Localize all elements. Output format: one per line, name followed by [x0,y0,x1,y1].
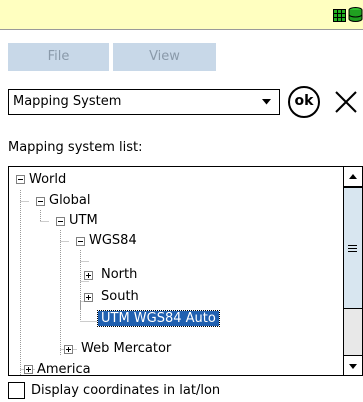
ok-label: ok [294,93,314,109]
list-label: Mapping system list: [8,140,143,155]
menu-view[interactable]: View [113,43,216,71]
database-icon [348,7,363,22]
tree-item-america[interactable]: America [37,360,91,375]
menu-file-label: File [47,49,70,64]
select-value: Mapping System [13,94,122,109]
ok-button[interactable]: ok [288,86,320,118]
tree-item-global[interactable]: Global [49,191,90,211]
tree-expand-toggle[interactable] [84,271,93,280]
tree-collapse-toggle[interactable] [16,175,25,184]
mapping-system-tree[interactable]: World Global UTM WGS84 North South UTM W… [8,166,363,376]
tree-item-wgs84[interactable]: WGS84 [89,231,137,251]
tree-expand-toggle[interactable] [64,345,73,354]
selected-item-label: UTM WGS84 Auto [97,310,220,327]
tree-expand-toggle[interactable] [84,293,93,302]
thumb-grip [348,248,357,249]
latlon-checkbox[interactable] [8,382,25,399]
scroll-up-icon [349,174,357,179]
vertical-scrollbar[interactable] [343,167,362,375]
tree-collapse-toggle[interactable] [56,217,65,226]
tree-expand-toggle[interactable] [24,365,33,374]
latlon-checkbox-label[interactable]: Display coordinates in lat/lon [31,381,220,401]
tree-item-world[interactable]: World [29,170,66,190]
thumb-grip [348,251,357,252]
tree-collapse-toggle[interactable] [36,197,45,206]
menu-file[interactable]: File [8,43,111,71]
scroll-down-button[interactable] [344,355,362,375]
status-icons [333,7,363,23]
tree-item-north[interactable]: North [101,265,137,285]
scroll-thumb[interactable] [344,187,362,309]
tree-item-utm-wgs84-auto[interactable]: UTM WGS84 Auto [97,309,220,329]
scroll-up-button[interactable] [344,167,362,187]
thumb-grip [348,245,357,246]
grid-icon [333,9,346,22]
title-bar [0,0,363,30]
close-icon[interactable] [332,88,360,116]
scroll-down-icon [349,364,357,369]
dropdown-arrow-icon [262,99,271,105]
tree-item-utm[interactable]: UTM [69,211,98,231]
menu-view-label: View [149,49,180,64]
tree-item-south[interactable]: South [101,287,139,307]
mapping-system-select[interactable]: Mapping System [8,89,280,115]
tree-item-web-mercator[interactable]: Web Mercator [81,339,171,359]
tree-collapse-toggle[interactable] [76,237,85,246]
